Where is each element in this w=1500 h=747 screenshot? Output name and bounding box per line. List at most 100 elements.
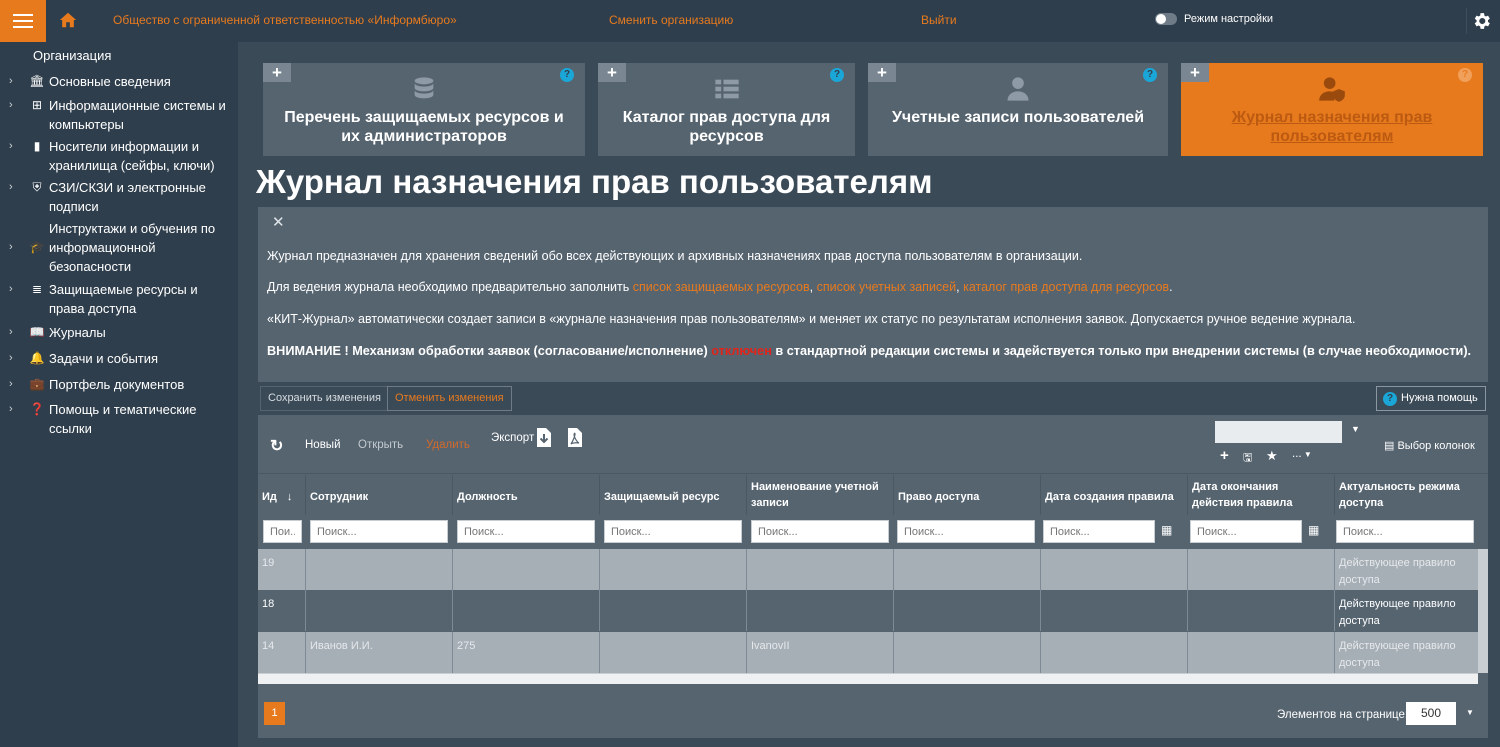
plus-icon[interactable]: + <box>1181 63 1209 82</box>
calendar-icon[interactable]: ▦ <box>1161 523 1172 537</box>
view-select[interactable] <box>1215 421 1342 443</box>
export-button[interactable]: Экспорт <box>491 432 534 444</box>
save-view-icon[interactable]: 🖫 <box>1243 449 1252 468</box>
add-view-icon[interactable]: + <box>1220 447 1229 464</box>
dropdown-arrow-icon[interactable]: ▼ <box>1351 424 1360 434</box>
column-header-employee[interactable]: Сотрудник <box>306 475 453 515</box>
settings-mode-toggle[interactable] <box>1155 13 1177 25</box>
per-page-select[interactable]: 500 <box>1406 702 1456 725</box>
page-button-current[interactable]: 1 <box>264 702 285 725</box>
refresh-icon[interactable]: ↻ <box>270 436 283 456</box>
table-row[interactable]: 19 Действующее правило доступа <box>258 549 1478 590</box>
column-header-created-date[interactable]: Дата создания правила <box>1041 475 1188 515</box>
resources-list-link[interactable]: список защищаемых ресурсов <box>633 280 810 294</box>
filter-right-input[interactable] <box>897 520 1035 543</box>
sidebar-item-main-info[interactable]: › 🏛 Основные сведения <box>0 72 238 91</box>
sidebar-item-tasks[interactable]: › 🔔 Задачи и события <box>0 349 238 368</box>
plus-icon[interactable]: + <box>598 63 626 82</box>
tile-rights-journal[interactable]: + ? Журнал назначения прав пользователям <box>1181 63 1483 156</box>
more-options-button[interactable]: ... ▼ <box>1292 448 1312 460</box>
cell-relevance: Действующее правило доступа <box>1339 557 1456 586</box>
sidebar-item-journals[interactable]: › 📖 Журналы <box>0 323 238 342</box>
filter-relevance-input[interactable] <box>1336 520 1474 543</box>
cell-id: 18 <box>258 590 306 631</box>
pdf-icon[interactable] <box>567 427 583 448</box>
data-grid: ↻ Новый Открыть Удалить Экспорт ▼ + 🖫 ★ … <box>258 415 1488 738</box>
cell-account: IvanovII <box>747 632 894 673</box>
help-icon[interactable]: ? <box>830 68 844 82</box>
org-name-link[interactable]: Общество с ограниченной ответственностью… <box>113 13 457 27</box>
download-file-icon[interactable] <box>536 427 552 448</box>
sidebar-item-resources[interactable]: › ≣ Защищаемые ресурсы и права доступа <box>0 280 238 318</box>
column-header-id[interactable]: Ид ↓ <box>258 475 306 515</box>
column-header-resource[interactable]: Защищаемый ресурс <box>600 475 747 515</box>
filter-employee-input[interactable] <box>310 520 448 543</box>
help-icon[interactable]: ? <box>560 68 574 82</box>
horizontal-scrollbar[interactable] <box>258 673 1478 684</box>
sidebar-item-info-systems[interactable]: › ⊞ Информационные системы и компьютеры <box>0 96 238 134</box>
filter-position-input[interactable] <box>457 520 595 543</box>
chevron-right-icon: › <box>9 241 13 253</box>
sidebar-item-help[interactable]: › ❓ Помощь и тематические ссылки <box>0 400 238 438</box>
per-page-label: Элементов на странице: <box>1277 709 1409 721</box>
help-icon[interactable]: ? <box>1143 68 1157 82</box>
column-header-access-right[interactable]: Право доступа <box>894 475 1041 515</box>
home-icon[interactable] <box>59 11 77 29</box>
database-icon: ≣ <box>31 282 43 296</box>
filter-end-date-input[interactable] <box>1190 520 1302 543</box>
info-paragraph-3: «КИТ-Журнал» автоматически создает запис… <box>267 312 1356 326</box>
cell-end <box>1188 549 1335 590</box>
separator: , <box>809 280 817 294</box>
chevron-right-icon: › <box>9 403 13 415</box>
delete-button[interactable]: Удалить <box>426 439 470 451</box>
save-button[interactable]: Сохранить изменения <box>260 386 389 411</box>
filter-id-input[interactable] <box>263 520 302 543</box>
tile-user-accounts[interactable]: + ? Учетные записи пользователей <box>868 63 1168 156</box>
plus-icon[interactable]: + <box>868 63 896 82</box>
logout-link[interactable]: Выйти <box>921 13 957 27</box>
table-row[interactable]: 14 Иванов И.И. 275 IvanovII Действующее … <box>258 632 1478 673</box>
cell-right <box>894 549 1041 590</box>
cell-account <box>747 549 894 590</box>
warning-text: в стандартной редакции системы и задейст… <box>771 344 1472 358</box>
sidebar-item-training[interactable]: › 🎓 Инструктажи и обучения по информацио… <box>0 219 238 276</box>
close-icon[interactable]: ✕ <box>272 213 285 231</box>
column-header-relevance[interactable]: Актуальность режима доступа <box>1335 475 1485 515</box>
filter-resource-input[interactable] <box>604 520 742 543</box>
filter-account-input[interactable] <box>751 520 889 543</box>
open-button[interactable]: Открыть <box>358 439 403 451</box>
gear-icon[interactable] <box>1466 8 1492 34</box>
sidebar-item-documents[interactable]: › 💼 Портфель документов <box>0 375 238 394</box>
cell-right <box>894 590 1041 631</box>
dropdown-arrow-icon[interactable]: ▼ <box>1466 708 1474 717</box>
help-icon[interactable]: ? <box>1458 68 1472 82</box>
filter-created-date-input[interactable] <box>1043 520 1155 543</box>
plus-icon[interactable]: + <box>263 63 291 82</box>
hamburger-menu-button[interactable] <box>0 0 46 42</box>
user-icon <box>1007 77 1029 101</box>
new-button[interactable]: Новый <box>305 439 341 451</box>
info-paragraph-2: Для ведения журнала необходимо предварит… <box>267 280 1173 294</box>
shield-icon: ⛨ <box>32 180 42 194</box>
column-header-position[interactable]: Должность <box>453 475 600 515</box>
calendar-icon[interactable]: ▦ <box>1308 523 1319 537</box>
access-catalog-link[interactable]: каталог прав доступа для ресурсов <box>963 280 1169 294</box>
change-org-link[interactable]: Сменить организацию <box>609 13 733 27</box>
tile-protected-resources[interactable]: + ? Перечень защищаемых ресурсов и их ад… <box>263 63 585 156</box>
vertical-scrollbar[interactable] <box>1478 549 1488 673</box>
tile-access-catalog[interactable]: + ? Каталог прав доступа для ресурсов <box>598 63 855 156</box>
cell-employee: Иванов И.И. <box>306 632 453 673</box>
table-row[interactable]: 18 Действующее правило доступа <box>258 590 1478 631</box>
column-choice-button[interactable]: ▤ Выбор колонок <box>1384 439 1475 452</box>
need-help-button[interactable]: ? Нужна помощь <box>1376 386 1486 411</box>
column-header-end-date[interactable]: Дата окончания действия правила <box>1188 475 1335 515</box>
info-panel: ✕ Журнал предназначен для хранения сведе… <box>258 207 1488 382</box>
sidebar-item-crypto[interactable]: › ⛨ СЗИ/СКЗИ и электронные подписи <box>0 178 238 216</box>
cancel-button[interactable]: Отменить изменения <box>387 386 512 411</box>
column-header-account-name[interactable]: Наименование учетной записи <box>747 475 894 515</box>
sidebar-item-storage[interactable]: › ▮ Носители информации и хранилища (сей… <box>0 137 238 175</box>
chevron-right-icon: › <box>9 352 13 364</box>
accounts-list-link[interactable]: список учетных записей <box>817 280 957 294</box>
star-icon[interactable]: ★ <box>1266 448 1278 464</box>
sort-down-icon[interactable]: ↓ <box>287 491 293 503</box>
